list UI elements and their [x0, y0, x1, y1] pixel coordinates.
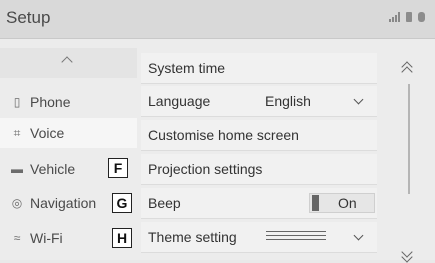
scrollbar-track[interactable] — [408, 84, 410, 194]
list-scrollbar — [388, 48, 428, 263]
list-item-beep[interactable]: Beep On — [141, 188, 377, 219]
chevron-down-icon — [353, 94, 364, 105]
theme-lines-icon — [266, 231, 326, 243]
title-bar: Setup — [0, 0, 435, 39]
status-icons — [389, 12, 425, 22]
sidebar-item-label: Voice — [30, 125, 65, 141]
sidebar-item-phone[interactable]: ▯ Phone — [0, 87, 137, 117]
page-title: Setup — [6, 8, 51, 27]
sidebar-item-label: Wi-Fi — [30, 230, 63, 246]
callout-g: G — [112, 193, 132, 213]
sidebar-item-label: Phone — [30, 94, 71, 110]
list-item-language[interactable]: Language English — [141, 86, 377, 117]
signal-icon — [389, 12, 400, 22]
callout-h: H — [112, 228, 132, 248]
car-icon: ▬ — [11, 162, 23, 176]
list-item-customise-home-screen[interactable]: Customise home screen — [141, 120, 377, 151]
callout-f: F — [108, 158, 128, 178]
navigation-icon: ◎ — [11, 196, 23, 210]
list-item-label: Language — [148, 93, 211, 109]
wifi-icon: ≈ — [13, 231, 21, 245]
bluetooth-icon — [418, 12, 425, 22]
list-item-label: System time — [148, 60, 226, 76]
setup-screen: Setup ▯ Phone ⌗ Voice ▬ Vehicle ◎ Naviga… — [0, 0, 435, 263]
chevron-down-icon — [353, 230, 364, 241]
scroll-up-icon[interactable] — [401, 60, 413, 78]
list-item-label: Customise home screen — [148, 127, 299, 143]
voice-icon: ⌗ — [13, 125, 21, 140]
sidebar-item-label: Navigation — [30, 195, 97, 211]
list-item-label: Beep — [148, 195, 181, 211]
sidebar-item-voice[interactable]: ⌗ Voice — [0, 118, 137, 148]
list-item-projection-settings[interactable]: Projection settings — [141, 154, 377, 185]
language-value: English — [265, 93, 311, 109]
sidebar-scroll-up-button[interactable] — [0, 48, 137, 78]
sidebar: ▯ Phone ⌗ Voice ▬ Vehicle ◎ Navigation ≈… — [0, 38, 137, 260]
phone-icon: ▯ — [13, 95, 21, 109]
battery-icon — [406, 12, 412, 22]
list-item-label: Theme setting — [148, 229, 237, 245]
list-item-label: Projection settings — [148, 161, 263, 177]
list-item-system-time[interactable]: System time — [141, 53, 377, 84]
beep-toggle[interactable]: On — [309, 193, 375, 213]
beep-value: On — [338, 195, 357, 211]
chevron-up-icon — [61, 56, 73, 68]
list-item-theme-setting[interactable]: Theme setting — [141, 222, 377, 253]
toggle-knob — [312, 195, 319, 211]
sidebar-item-label: Vehicle — [30, 161, 76, 177]
